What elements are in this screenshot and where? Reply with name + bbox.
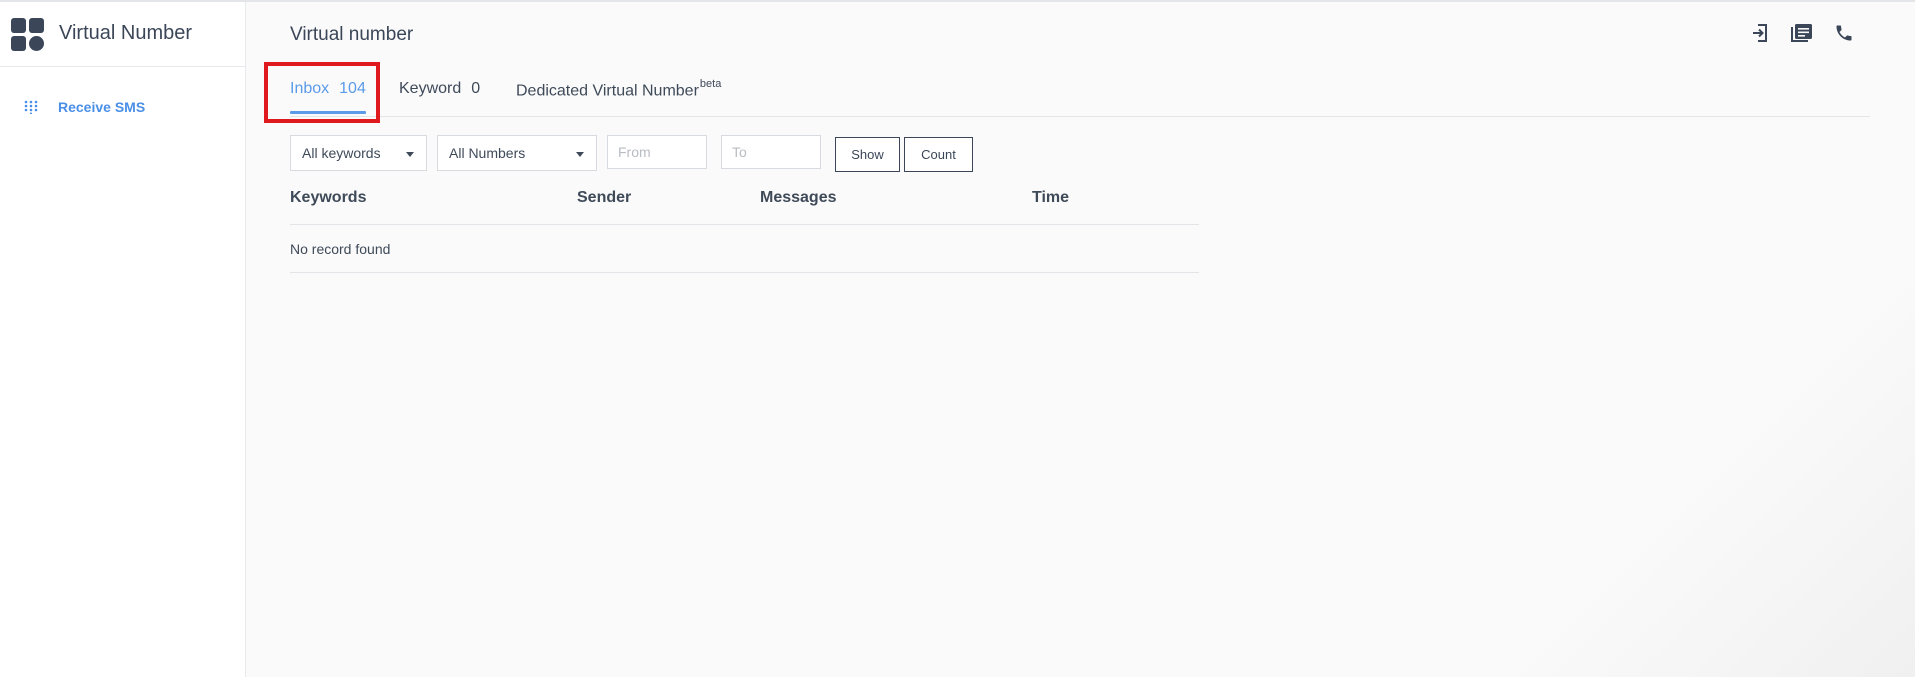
- login-icon[interactable]: [1739, 20, 1781, 46]
- column-header-sender: Sender: [577, 189, 632, 206]
- page-title: Virtual number: [290, 24, 414, 45]
- keywords-select-value: All keywords: [302, 145, 381, 161]
- phone-icon[interactable]: [1823, 20, 1865, 46]
- to-date-input[interactable]: [721, 135, 821, 169]
- sidebar-brand: Virtual Number: [0, 2, 245, 67]
- numbers-select-value: All Numbers: [449, 145, 526, 161]
- count-button[interactable]: Count: [904, 137, 973, 172]
- empty-state-text: No record found: [290, 241, 391, 257]
- tab-label: Keyword: [399, 80, 462, 97]
- chevron-down-icon: [406, 152, 414, 157]
- chevron-down-icon: [576, 152, 584, 157]
- from-date-input[interactable]: [607, 135, 707, 169]
- beta-badge: beta: [699, 78, 722, 90]
- app-title: Virtual Number: [59, 22, 193, 44]
- header-actions: [1739, 20, 1865, 46]
- main-content: Virtual number Inbox 104 Keyword 0 Dedic…: [246, 2, 1915, 677]
- keywords-select[interactable]: All keywords: [290, 135, 427, 171]
- apps-grid-icon[interactable]: [11, 18, 45, 52]
- sidebar: Virtual Number Receive SMS: [0, 2, 246, 677]
- highlight-annotation: [264, 62, 380, 123]
- messages-table: Keywords Sender Messages Time No record …: [290, 180, 1199, 273]
- show-button[interactable]: Show: [835, 137, 900, 172]
- tab-label: Dedicated Virtual Number: [516, 82, 699, 100]
- table-row: No record found: [290, 225, 1199, 273]
- message-list-icon[interactable]: [1781, 20, 1823, 46]
- sidebar-item-label: Receive SMS: [58, 99, 146, 115]
- column-header-keywords: Keywords: [290, 189, 367, 206]
- tab-count: 0: [471, 80, 481, 97]
- column-header-messages: Messages: [760, 189, 837, 206]
- dial-pad-icon: [24, 100, 38, 114]
- tab-keyword[interactable]: Keyword 0: [399, 80, 480, 98]
- tab-bar: Inbox 104 Keyword 0 Dedicated Virtual Numb…: [290, 78, 1870, 117]
- numbers-select[interactable]: All Numbers: [437, 135, 597, 171]
- tab-dedicated-virtual-number[interactable]: Dedicated Virtual Numberbeta: [516, 78, 722, 100]
- table-header: Keywords Sender Messages Time: [290, 180, 1199, 225]
- column-header-time: Time: [1032, 189, 1070, 206]
- sidebar-item-receive-sms[interactable]: Receive SMS: [24, 99, 145, 115]
